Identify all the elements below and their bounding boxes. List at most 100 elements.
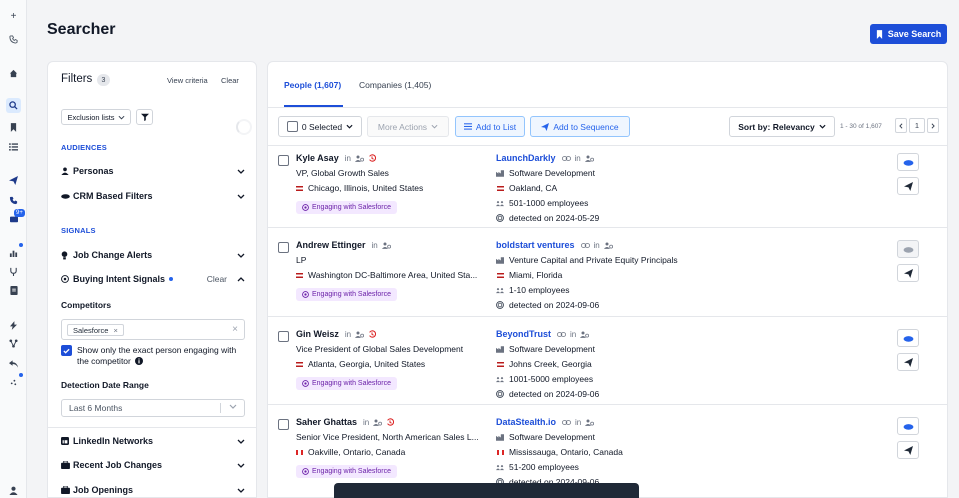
filter-linkedin[interactable]: LinkedIn Networks bbox=[61, 434, 245, 448]
contacts-icon[interactable] bbox=[381, 242, 391, 249]
competitors-input[interactable]: Salesforce × × bbox=[61, 319, 245, 340]
row-checkbox[interactable] bbox=[278, 242, 289, 253]
link-icon[interactable] bbox=[561, 155, 571, 162]
contacts-icon[interactable] bbox=[585, 419, 595, 426]
send-sequence-button[interactable] bbox=[897, 264, 919, 282]
contacts-icon[interactable] bbox=[603, 242, 613, 249]
filter-job-change[interactable]: Job Change Alerts bbox=[61, 248, 245, 262]
bookmark-icon[interactable] bbox=[6, 120, 21, 135]
phone-icon[interactable] bbox=[6, 32, 21, 47]
detection-date-select[interactable]: Last 6 Months bbox=[61, 399, 245, 417]
filter-personas-label: Personas bbox=[73, 166, 114, 176]
merge-icon[interactable] bbox=[6, 264, 21, 279]
person-location-text: Oakville, Ontario, Canada bbox=[308, 447, 406, 457]
home-icon[interactable] bbox=[6, 66, 21, 81]
contacts-icon[interactable] bbox=[354, 155, 364, 162]
remove-tag-icon[interactable]: × bbox=[113, 326, 117, 335]
linkedin-icon[interactable]: in bbox=[345, 154, 351, 163]
linkedin-icon[interactable]: in bbox=[594, 241, 600, 250]
sparkle-icon[interactable] bbox=[6, 375, 21, 390]
send-sequence-button[interactable] bbox=[897, 177, 919, 195]
user-icon[interactable] bbox=[6, 483, 21, 498]
crm-sync-button[interactable] bbox=[897, 240, 919, 258]
row-checkbox[interactable] bbox=[278, 155, 289, 166]
add-to-list-button[interactable]: Add to List bbox=[455, 116, 525, 137]
flag-icon bbox=[296, 272, 303, 278]
link-icon[interactable] bbox=[580, 242, 590, 249]
chevron-up-icon bbox=[237, 276, 245, 281]
contacts-icon[interactable] bbox=[580, 331, 590, 338]
filter-job-openings[interactable]: Job Openings bbox=[61, 483, 245, 497]
send-icon[interactable] bbox=[6, 173, 21, 188]
people-icon bbox=[496, 375, 504, 383]
filters-title: Filters bbox=[61, 73, 93, 85]
funnel-filter-button[interactable] bbox=[136, 109, 153, 125]
history-icon[interactable] bbox=[368, 154, 376, 162]
linkedin-icon[interactable]: in bbox=[575, 418, 581, 427]
more-actions-button[interactable]: More Actions bbox=[367, 116, 449, 137]
search-icon[interactable] bbox=[6, 98, 21, 113]
next-page-button[interactable] bbox=[927, 118, 939, 133]
reply-icon[interactable] bbox=[6, 356, 21, 371]
link-icon[interactable] bbox=[557, 331, 567, 338]
person-location: Washington DC-Baltimore Area, United Sta… bbox=[296, 270, 491, 280]
crm-sync-button[interactable] bbox=[897, 417, 919, 435]
page-number[interactable]: 1 bbox=[909, 118, 925, 133]
linkedin-icon[interactable]: in bbox=[575, 154, 581, 163]
contacts-icon[interactable] bbox=[584, 155, 594, 162]
row-divider bbox=[268, 316, 947, 317]
company-industry-text: Software Development bbox=[509, 432, 595, 442]
row-checkbox[interactable] bbox=[278, 331, 289, 342]
view-criteria-link[interactable]: View criteria bbox=[167, 76, 208, 85]
send-sequence-button[interactable] bbox=[897, 441, 919, 459]
sort-dropdown[interactable]: Sort by: Relevancy bbox=[729, 116, 835, 137]
contacts-icon[interactable] bbox=[373, 419, 383, 426]
filter-recent-job[interactable]: Recent Job Changes bbox=[61, 458, 245, 472]
analytics-icon[interactable] bbox=[6, 245, 21, 260]
call-icon[interactable] bbox=[6, 193, 21, 208]
person-name[interactable]: Andrew Ettinger bbox=[296, 240, 366, 250]
filter-crm[interactable]: CRM Based Filters bbox=[61, 189, 245, 203]
save-search-button[interactable]: Save Search bbox=[870, 24, 947, 44]
person-name[interactable]: Kyle Asay bbox=[296, 153, 339, 163]
contacts-icon[interactable] bbox=[355, 331, 365, 338]
company-name[interactable]: LaunchDarkly bbox=[496, 153, 556, 163]
filter-personas[interactable]: Personas bbox=[61, 164, 245, 178]
clear-filters-link[interactable]: Clear bbox=[221, 76, 239, 85]
linkedin-icon[interactable]: in bbox=[345, 330, 351, 339]
person-name[interactable]: Saher Ghattas bbox=[296, 417, 357, 427]
linkedin-icon[interactable]: in bbox=[363, 418, 369, 427]
crm-sync-button[interactable] bbox=[897, 329, 919, 347]
company-name[interactable]: BeyondTrust bbox=[496, 329, 551, 339]
select-all-dropdown[interactable]: 0 Selected bbox=[278, 116, 362, 137]
filter-buying-intent[interactable]: Buying Intent Signals Clear bbox=[61, 272, 245, 286]
linkedin-icon[interactable]: in bbox=[372, 241, 378, 250]
add-to-sequence-button[interactable]: Add to Sequence bbox=[530, 116, 630, 137]
company-employees: 51-200 employees bbox=[496, 462, 579, 472]
exclusion-lists-dropdown[interactable]: Exclusion lists bbox=[61, 109, 131, 125]
list-icon[interactable] bbox=[6, 139, 21, 154]
history-icon[interactable] bbox=[368, 330, 377, 338]
person-name[interactable]: Gin Weisz bbox=[296, 329, 339, 339]
clear-input-icon[interactable]: × bbox=[232, 324, 238, 335]
buying-intent-clear[interactable]: Clear bbox=[207, 274, 227, 284]
select-all-checkbox[interactable] bbox=[286, 121, 298, 132]
company-name[interactable]: boldstart ventures bbox=[496, 240, 575, 250]
tab-companies[interactable]: Companies (1,405) bbox=[359, 80, 431, 90]
send-sequence-button[interactable] bbox=[897, 353, 919, 371]
bolt-icon[interactable] bbox=[6, 318, 21, 333]
link-icon[interactable] bbox=[562, 419, 572, 426]
prev-page-button[interactable] bbox=[895, 118, 907, 133]
info-icon[interactable] bbox=[135, 357, 144, 365]
row-checkbox[interactable] bbox=[278, 419, 289, 430]
workflow-icon[interactable] bbox=[6, 336, 21, 351]
add-icon[interactable]: + bbox=[6, 9, 21, 24]
crm-sync-button[interactable] bbox=[897, 153, 919, 171]
show-only-checkbox[interactable] bbox=[61, 345, 72, 356]
more-actions-label: More Actions bbox=[377, 121, 428, 132]
linkedin-icon[interactable]: in bbox=[570, 330, 576, 339]
company-name[interactable]: DataStealth.io bbox=[496, 417, 556, 427]
tab-people[interactable]: People (1,607) bbox=[284, 80, 341, 90]
history-icon[interactable] bbox=[386, 418, 395, 426]
document-icon[interactable] bbox=[6, 283, 21, 298]
